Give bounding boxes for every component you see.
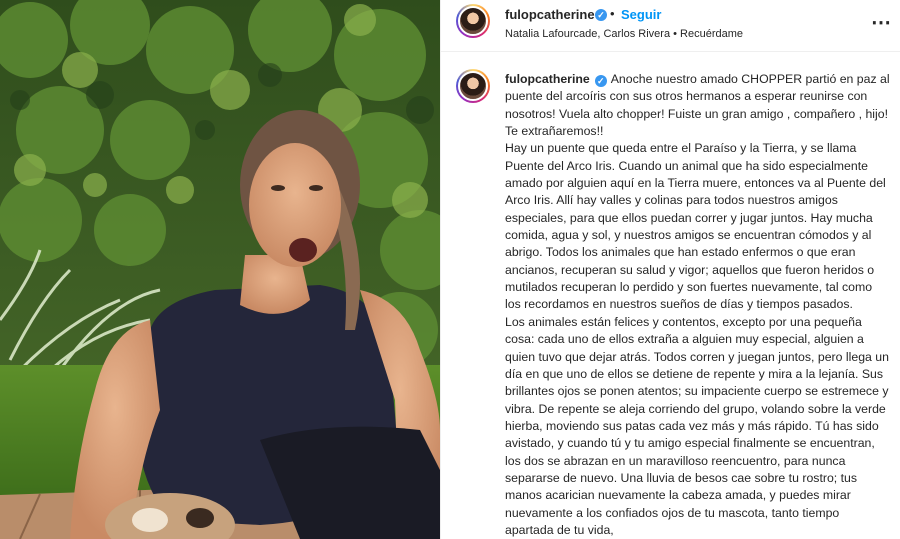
more-options-icon[interactable]: ⋯	[871, 10, 891, 35]
post-header: fulopcatherine ✓ • Seguir Natalia Lafour…	[441, 0, 900, 52]
caption-paragraph: fulopcatherine ✓ Anoche nuestro amado CHOP…	[505, 71, 890, 140]
comments-section: fulopcatherine ✓ Anoche nuestro amado CHOP…	[441, 53, 900, 539]
caption-paragraph: Los animales están felices y contentos, …	[505, 314, 889, 537]
post-caption: fulopcatherine ✓ Anoche nuestro amado CHOP…	[505, 71, 890, 539]
caption-username[interactable]: fulopcatherine	[505, 72, 590, 86]
caption-paragraph: Hay un puente que queda entre el Paraíso…	[505, 141, 886, 312]
author-avatar[interactable]	[456, 4, 490, 38]
post-video-frame	[0, 0, 440, 539]
follow-button[interactable]: Seguir	[621, 7, 661, 22]
post-media[interactable]	[0, 0, 440, 539]
post-details-panel: fulopcatherine ✓ • Seguir Natalia Lafour…	[440, 0, 900, 539]
author-username[interactable]: fulopcatherine	[505, 7, 595, 22]
verified-badge-icon: ✓	[594, 75, 607, 87]
caption-author-avatar[interactable]	[456, 69, 490, 103]
audio-attribution[interactable]: Natalia Lafourcade, Carlos Rivera • Recu…	[505, 28, 743, 40]
verified-badge-icon: ✓	[595, 9, 607, 21]
separator-dot: •	[610, 6, 615, 21]
